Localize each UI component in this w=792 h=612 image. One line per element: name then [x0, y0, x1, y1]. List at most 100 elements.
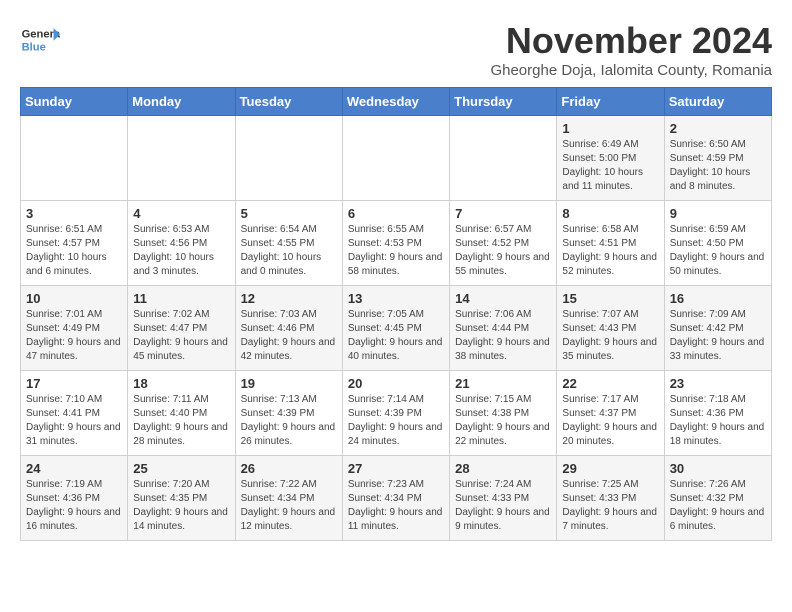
- day-info: Sunrise: 7:23 AM Sunset: 4:34 PM Dayligh…: [348, 478, 444, 534]
- table-row: 10Sunrise: 7:01 AM Sunset: 4:49 PM Dayli…: [21, 286, 128, 371]
- table-row: 18Sunrise: 7:11 AM Sunset: 4:40 PM Dayli…: [128, 371, 235, 456]
- header-monday: Monday: [128, 88, 235, 116]
- table-row: 19 Sunrise: 7:13 AM Sunset: 4:39 PM Dayli…: [235, 371, 342, 456]
- day-info: Sunrise: 7:03 AM Sunset: 4:46 PM Dayligh…: [241, 308, 337, 364]
- table-row: 5 Sunrise: 6:54 AM Sunset: 4:55 PM Daylig…: [235, 201, 342, 286]
- page-header: General Blue November 2024 Gheorghe Doja…: [20, 20, 772, 79]
- table-row: 22 Sunrise: 7:17 AM Sunset: 4:37 PM Dayli…: [557, 371, 664, 456]
- location-subtitle: Gheorghe Doja, Ialomita County, Romania: [490, 62, 772, 79]
- day-number: 6: [348, 206, 444, 221]
- day-number: 8: [562, 206, 658, 221]
- day-info: Sunrise: 7:09 AM Sunset: 4:42 PM Dayligh…: [670, 308, 766, 364]
- day-number: 15: [562, 291, 658, 306]
- table-row: 28 Sunrise: 7:24 AM Sunset: 4:33 PM Dayli…: [450, 456, 557, 541]
- svg-text:Blue: Blue: [22, 41, 46, 53]
- table-row: 17 Sunrise: 7:10 AM Sunset: 4:41 PM Dayli…: [21, 371, 128, 456]
- day-number: 26: [241, 461, 337, 476]
- day-info: Sunrise: 7:06 AM Sunset: 4:44 PM Dayligh…: [455, 308, 551, 364]
- day-info: Sunrise: 7:18 AM Sunset: 4:36 PM Dayligh…: [670, 393, 766, 449]
- table-row: 16 Sunrise: 7:09 AM Sunset: 4:42 PM Dayli…: [664, 286, 771, 371]
- table-row: [128, 116, 235, 201]
- table-row: 12Sunrise: 7:03 AM Sunset: 4:46 PM Dayli…: [235, 286, 342, 371]
- day-number: 16: [670, 291, 766, 306]
- day-number: 9: [670, 206, 766, 221]
- table-row: 15 Sunrise: 7:07 AM Sunset: 4:43 PM Dayli…: [557, 286, 664, 371]
- day-info: Sunrise: 7:22 AM Sunset: 4:34 PM Dayligh…: [241, 478, 337, 534]
- table-row: 30 Sunrise: 7:26 AM Sunset: 4:32 PM Dayli…: [664, 456, 771, 541]
- day-number: 11: [133, 291, 229, 306]
- calendar-week-row: 10Sunrise: 7:01 AM Sunset: 4:49 PM Dayli…: [21, 286, 772, 371]
- day-number: 17: [26, 376, 122, 391]
- day-info: Sunrise: 7:13 AM Sunset: 4:39 PM Dayligh…: [241, 393, 337, 449]
- day-info: Sunrise: 7:25 AM Sunset: 4:33 PM Dayligh…: [562, 478, 658, 534]
- day-number: 24: [26, 461, 122, 476]
- table-row: [235, 116, 342, 201]
- header-sunday: Sunday: [21, 88, 128, 116]
- day-number: 18: [133, 376, 229, 391]
- day-info: Sunrise: 7:07 AM Sunset: 4:43 PM Dayligh…: [562, 308, 658, 364]
- day-number: 14: [455, 291, 551, 306]
- day-number: 29: [562, 461, 658, 476]
- day-number: 22: [562, 376, 658, 391]
- day-info: Sunrise: 7:20 AM Sunset: 4:35 PM Dayligh…: [133, 478, 229, 534]
- table-row: [21, 116, 128, 201]
- table-row: 21Sunrise: 7:15 AM Sunset: 4:38 PM Dayli…: [450, 371, 557, 456]
- day-number: 2: [670, 121, 766, 136]
- day-number: 27: [348, 461, 444, 476]
- table-row: [450, 116, 557, 201]
- day-info: Sunrise: 7:26 AM Sunset: 4:32 PM Dayligh…: [670, 478, 766, 534]
- header-tuesday: Tuesday: [235, 88, 342, 116]
- day-number: 10: [26, 291, 122, 306]
- day-info: Sunrise: 6:54 AM Sunset: 4:55 PM Dayligh…: [241, 223, 337, 279]
- table-row: 7Sunrise: 6:57 AM Sunset: 4:52 PM Daylig…: [450, 201, 557, 286]
- logo: General Blue: [20, 20, 60, 60]
- table-row: 1 Sunrise: 6:49 AM Sunset: 5:00 PM Daylig…: [557, 116, 664, 201]
- calendar-table: Sunday Monday Tuesday Wednesday Thursday…: [20, 87, 772, 541]
- logo-icon: General Blue: [20, 20, 60, 60]
- day-info: Sunrise: 6:49 AM Sunset: 5:00 PM Dayligh…: [562, 138, 658, 194]
- header-saturday: Saturday: [664, 88, 771, 116]
- day-info: Sunrise: 7:10 AM Sunset: 4:41 PM Dayligh…: [26, 393, 122, 449]
- table-row: 9Sunrise: 6:59 AM Sunset: 4:50 PM Daylig…: [664, 201, 771, 286]
- header-thursday: Thursday: [450, 88, 557, 116]
- table-row: 23Sunrise: 7:18 AM Sunset: 4:36 PM Dayli…: [664, 371, 771, 456]
- table-row: 24 Sunrise: 7:19 AM Sunset: 4:36 PM Dayli…: [21, 456, 128, 541]
- day-info: Sunrise: 7:05 AM Sunset: 4:45 PM Dayligh…: [348, 308, 444, 364]
- table-row: 29 Sunrise: 7:25 AM Sunset: 4:33 PM Dayli…: [557, 456, 664, 541]
- table-row: 20Sunrise: 7:14 AM Sunset: 4:39 PM Dayli…: [342, 371, 449, 456]
- day-info: Sunrise: 7:14 AM Sunset: 4:39 PM Dayligh…: [348, 393, 444, 449]
- title-block: November 2024 Gheorghe Doja, Ialomita Co…: [490, 20, 772, 79]
- table-row: 27 Sunrise: 7:23 AM Sunset: 4:34 PM Dayli…: [342, 456, 449, 541]
- day-info: Sunrise: 6:57 AM Sunset: 4:52 PM Dayligh…: [455, 223, 551, 279]
- day-info: Sunrise: 7:17 AM Sunset: 4:37 PM Dayligh…: [562, 393, 658, 449]
- table-row: 2 Sunrise: 6:50 AM Sunset: 4:59 PM Daylig…: [664, 116, 771, 201]
- day-number: 1: [562, 121, 658, 136]
- day-number: 5: [241, 206, 337, 221]
- month-title: November 2024: [490, 20, 772, 62]
- day-number: 4: [133, 206, 229, 221]
- header-friday: Friday: [557, 88, 664, 116]
- day-info: Sunrise: 7:02 AM Sunset: 4:47 PM Dayligh…: [133, 308, 229, 364]
- table-row: 8Sunrise: 6:58 AM Sunset: 4:51 PM Daylig…: [557, 201, 664, 286]
- day-info: Sunrise: 6:51 AM Sunset: 4:57 PM Dayligh…: [26, 223, 122, 279]
- calendar-week-row: 3Sunrise: 6:51 AM Sunset: 4:57 PM Daylig…: [21, 201, 772, 286]
- table-row: 4 Sunrise: 6:53 AM Sunset: 4:56 PM Daylig…: [128, 201, 235, 286]
- day-info: Sunrise: 6:53 AM Sunset: 4:56 PM Dayligh…: [133, 223, 229, 279]
- table-row: 25 Sunrise: 7:20 AM Sunset: 4:35 PM Dayli…: [128, 456, 235, 541]
- day-number: 13: [348, 291, 444, 306]
- day-info: Sunrise: 7:19 AM Sunset: 4:36 PM Dayligh…: [26, 478, 122, 534]
- weekday-header-row: Sunday Monday Tuesday Wednesday Thursday…: [21, 88, 772, 116]
- day-number: 28: [455, 461, 551, 476]
- header-wednesday: Wednesday: [342, 88, 449, 116]
- day-number: 30: [670, 461, 766, 476]
- day-info: Sunrise: 7:24 AM Sunset: 4:33 PM Dayligh…: [455, 478, 551, 534]
- calendar-week-row: 1 Sunrise: 6:49 AM Sunset: 5:00 PM Daylig…: [21, 116, 772, 201]
- table-row: 11 Sunrise: 7:02 AM Sunset: 4:47 PM Dayli…: [128, 286, 235, 371]
- table-row: 3Sunrise: 6:51 AM Sunset: 4:57 PM Daylig…: [21, 201, 128, 286]
- day-info: Sunrise: 6:50 AM Sunset: 4:59 PM Dayligh…: [670, 138, 766, 194]
- day-number: 19: [241, 376, 337, 391]
- day-number: 25: [133, 461, 229, 476]
- calendar-week-row: 17 Sunrise: 7:10 AM Sunset: 4:41 PM Dayli…: [21, 371, 772, 456]
- table-row: 14 Sunrise: 7:06 AM Sunset: 4:44 PM Dayli…: [450, 286, 557, 371]
- table-row: 6Sunrise: 6:55 AM Sunset: 4:53 PM Daylig…: [342, 201, 449, 286]
